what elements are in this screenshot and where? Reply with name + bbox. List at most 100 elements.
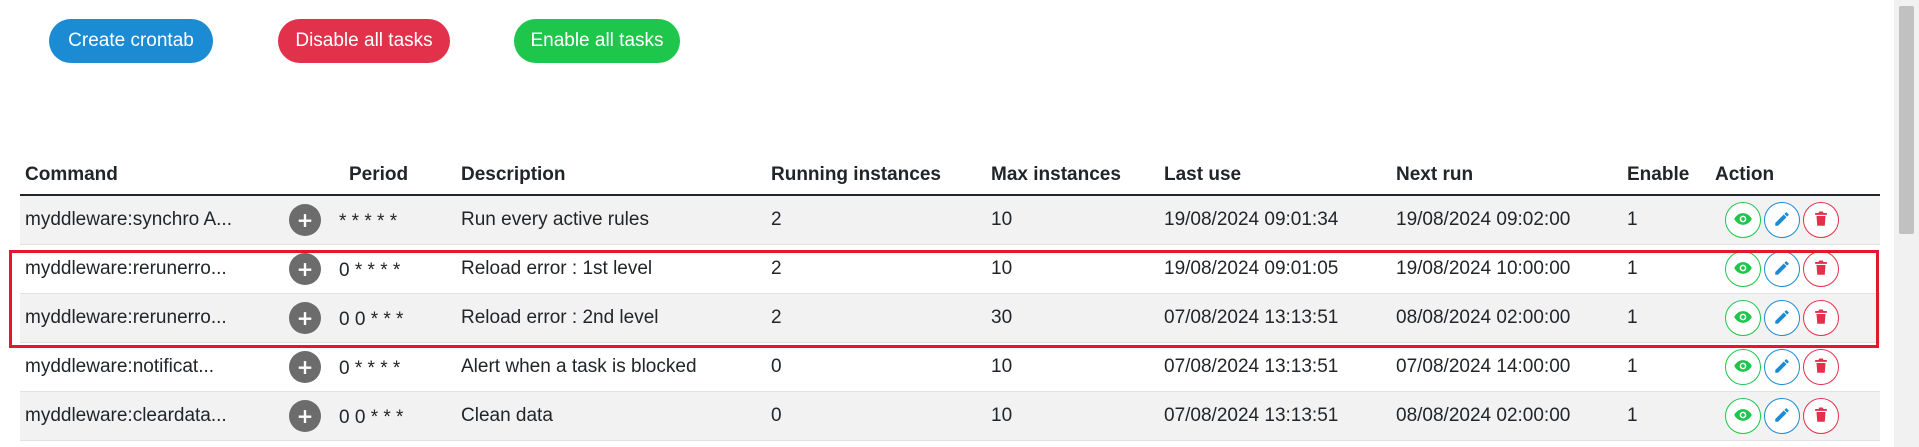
edit-button[interactable] xyxy=(1764,349,1800,385)
delete-button[interactable] xyxy=(1803,398,1839,434)
trash-icon xyxy=(1812,357,1830,378)
cell-max-instances: 10 xyxy=(986,342,1159,392)
expand-command-button[interactable]: + xyxy=(289,400,321,432)
plus-icon: + xyxy=(296,208,314,232)
enable-all-tasks-button[interactable]: Enable all tasks xyxy=(514,19,680,63)
edit-button[interactable] xyxy=(1764,398,1800,434)
view-button[interactable] xyxy=(1725,398,1761,434)
delete-button[interactable] xyxy=(1803,300,1839,336)
plus-icon: + xyxy=(296,404,314,428)
edit-button[interactable] xyxy=(1764,300,1800,336)
pencil-icon xyxy=(1773,406,1791,427)
pencil-icon xyxy=(1773,357,1791,378)
header-command[interactable]: Command xyxy=(20,156,344,196)
eye-icon xyxy=(1733,356,1753,379)
header-action: Action xyxy=(1710,156,1880,196)
delete-button[interactable] xyxy=(1803,202,1839,238)
edit-button[interactable] xyxy=(1764,202,1800,238)
cell-running-instances: 2 xyxy=(766,194,986,245)
create-crontab-button[interactable]: Create crontab xyxy=(49,19,213,63)
view-button[interactable] xyxy=(1725,202,1761,238)
cell-last-use: 07/08/2024 13:13:51 xyxy=(1159,342,1391,392)
header-running-instances[interactable]: Running instances xyxy=(766,156,986,196)
cell-running-instances: 0 xyxy=(766,391,986,441)
cell-description: Clean data xyxy=(456,391,766,441)
delete-button[interactable] xyxy=(1803,251,1839,287)
cell-description: Reload error : 2nd level xyxy=(456,293,766,343)
cell-enable: 1 xyxy=(1622,293,1710,343)
cell-enable: 1 xyxy=(1622,342,1710,392)
cell-running-instances: 2 xyxy=(766,293,986,343)
period-text: 0 * * * * xyxy=(339,260,401,281)
vertical-scrollbar[interactable] xyxy=(1894,0,1919,447)
cell-period: +0 0 * * * xyxy=(289,391,456,441)
pencil-icon xyxy=(1773,308,1791,329)
cell-actions xyxy=(1710,293,1880,343)
header-max-instances[interactable]: Max instances xyxy=(986,156,1159,196)
cell-period: + * * * * * xyxy=(289,194,456,245)
edit-button[interactable] xyxy=(1764,251,1800,287)
cell-max-instances: 10 xyxy=(986,391,1159,441)
period-text: 0 * * * * xyxy=(339,358,401,379)
cell-actions xyxy=(1710,194,1880,245)
disable-all-tasks-button[interactable]: Disable all tasks xyxy=(278,19,450,63)
expand-command-button[interactable]: + xyxy=(289,351,321,383)
header-next-run[interactable]: Next run xyxy=(1391,156,1622,196)
cell-max-instances: 30 xyxy=(986,293,1159,343)
table-row: myddleware:rerunerro... +0 0 * * * Reload … xyxy=(20,293,1880,343)
cell-actions xyxy=(1710,342,1880,392)
cell-description: Run every active rules xyxy=(456,194,766,245)
table-header-row: Command Period Description Running insta… xyxy=(20,156,1880,196)
cell-period: +0 * * * * xyxy=(289,342,456,392)
expand-command-button[interactable]: + xyxy=(289,253,321,285)
header-description[interactable]: Description xyxy=(456,156,766,196)
cell-next-run: 08/08/2024 02:00:00 xyxy=(1391,391,1622,441)
table-row: myddleware:rerunerro... +0 * * * * Reload … xyxy=(20,244,1880,294)
view-button[interactable] xyxy=(1725,349,1761,385)
cell-max-instances: 10 xyxy=(986,244,1159,294)
cell-last-use: 19/08/2024 09:01:05 xyxy=(1159,244,1391,294)
header-last-use[interactable]: Last use xyxy=(1159,156,1391,196)
cell-enable: 1 xyxy=(1622,244,1710,294)
trash-icon xyxy=(1812,308,1830,329)
period-text: * * * * * xyxy=(339,211,398,232)
cell-next-run: 07/08/2024 14:00:00 xyxy=(1391,342,1622,392)
trash-icon xyxy=(1812,259,1830,280)
table-row: myddleware:notificat... +0 * * * * Alert w… xyxy=(20,342,1880,392)
cell-description: Reload error : 1st level xyxy=(456,244,766,294)
cell-next-run: 19/08/2024 10:00:00 xyxy=(1391,244,1622,294)
cell-description: Alert when a task is blocked xyxy=(456,342,766,392)
cell-max-instances: 10 xyxy=(986,194,1159,245)
pencil-icon xyxy=(1773,259,1791,280)
crontab-table: Command Period Description Running insta… xyxy=(20,156,1880,441)
cell-last-use: 19/08/2024 09:01:34 xyxy=(1159,194,1391,245)
plus-icon: + xyxy=(296,257,314,281)
period-text: 0 0 * * * xyxy=(339,309,404,330)
table-row: myddleware:synchro A... + * * * * * Run eve… xyxy=(20,194,1880,245)
cell-period: +0 0 * * * xyxy=(289,293,456,343)
plus-icon: + xyxy=(296,306,314,330)
cell-next-run: 19/08/2024 09:02:00 xyxy=(1391,194,1622,245)
cell-next-run: 08/08/2024 02:00:00 xyxy=(1391,293,1622,343)
header-enable[interactable]: Enable xyxy=(1622,156,1710,196)
cell-running-instances: 2 xyxy=(766,244,986,294)
eye-icon xyxy=(1733,307,1753,330)
header-period[interactable]: Period xyxy=(344,156,456,196)
expand-command-button[interactable]: + xyxy=(289,204,321,236)
eye-icon xyxy=(1733,258,1753,281)
cell-enable: 1 xyxy=(1622,194,1710,245)
trash-icon xyxy=(1812,406,1830,427)
expand-command-button[interactable]: + xyxy=(289,302,321,334)
cell-running-instances: 0 xyxy=(766,342,986,392)
view-button[interactable] xyxy=(1725,300,1761,336)
cell-actions xyxy=(1710,244,1880,294)
plus-icon: + xyxy=(296,355,314,379)
table-row: myddleware:cleardata... +0 0 * * * Clean d… xyxy=(20,391,1880,441)
pencil-icon xyxy=(1773,210,1791,231)
scrollbar-thumb[interactable] xyxy=(1899,6,1914,234)
trash-icon xyxy=(1812,210,1830,231)
delete-button[interactable] xyxy=(1803,349,1839,385)
cell-last-use: 07/08/2024 13:13:51 xyxy=(1159,293,1391,343)
view-button[interactable] xyxy=(1725,251,1761,287)
cell-enable: 1 xyxy=(1622,391,1710,441)
